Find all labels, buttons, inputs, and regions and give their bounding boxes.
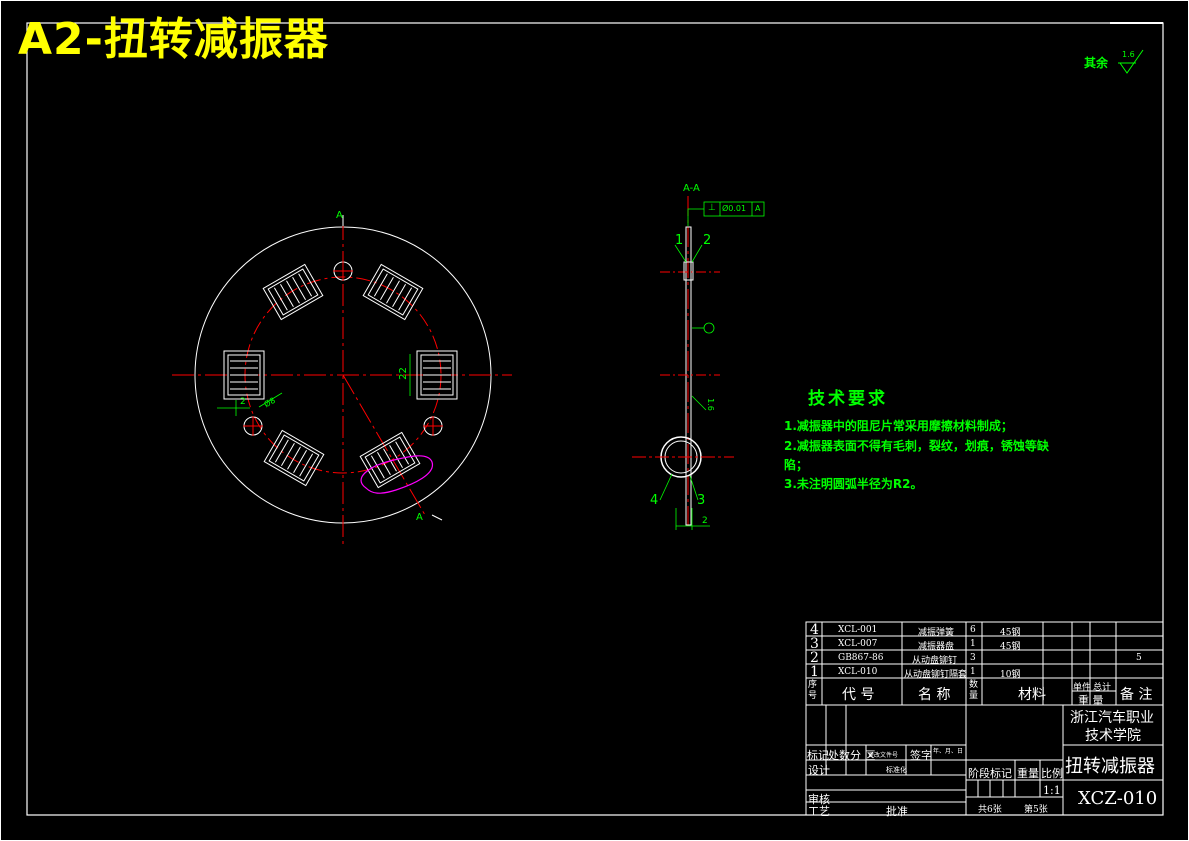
bom-qty: 1 <box>970 639 976 649</box>
bom-header-name: 名 称 <box>918 687 951 703</box>
section-label: A-A <box>683 183 700 194</box>
bom-material: 45钢 <box>1000 642 1021 652</box>
front-view <box>172 215 512 545</box>
bom-note: 5 <box>1136 653 1142 663</box>
weight-label: 重量 <box>1017 767 1039 780</box>
callout-3: 3 <box>697 493 706 508</box>
bom-qty: 3 <box>970 653 976 663</box>
bom-no: 1 <box>810 664 819 680</box>
design-std-label: 标准化 <box>886 766 907 774</box>
drawing-no: XCZ-010 <box>1078 788 1158 809</box>
bom-name: 从动盘铆钉 <box>912 656 958 666</box>
spring-window <box>359 431 421 489</box>
dim-left: 2 <box>240 397 246 407</box>
bom-header-qty: 数量 <box>969 680 979 701</box>
scale-label: 比例 <box>1041 767 1063 780</box>
callout-2: 2 <box>703 233 712 248</box>
bom-material: 45钢 <box>1000 628 1021 638</box>
tolerance-datum: A <box>755 204 761 213</box>
bom-qty: 6 <box>970 625 976 635</box>
tech-line-3: 陷； <box>784 458 809 472</box>
spring-window <box>262 263 324 321</box>
stage-label: 阶段标记 <box>968 767 1012 780</box>
scale-value: 1:1 <box>1043 784 1061 797</box>
tech-line-2: 2.减振器表面不得有毛刺，裂纹，划痕，锈蚀等缺 <box>784 439 1049 453</box>
bom-header-no: 序号 <box>808 680 818 701</box>
roughness-label: 其余 <box>1084 56 1109 70</box>
part-name: 扭转减振器 <box>1065 756 1155 777</box>
section-mark-bottom: A <box>416 512 423 523</box>
highlight-outline <box>360 455 433 494</box>
bom-code: XCL-007 <box>838 639 878 649</box>
sheet-no: 第5张 <box>1024 805 1048 815</box>
roughness-value: 1.6 <box>1122 50 1135 59</box>
tolerance-symbol: ⊥ <box>708 203 716 213</box>
bom-code: GB867-86 <box>838 653 884 663</box>
callout-4: 4 <box>650 493 659 508</box>
bom-code: XCL-001 <box>838 625 878 635</box>
section-mark-top: A <box>336 210 343 221</box>
spring-window <box>263 429 325 487</box>
sheets-total: 共6张 <box>978 805 1002 815</box>
dim-vertical: 22 <box>397 367 409 380</box>
design-label: 设计 <box>808 764 830 777</box>
change-doc: 更改文件号 <box>868 752 899 759</box>
bom-name: 减振器盘 <box>918 642 955 652</box>
change-count: 处数 <box>828 749 850 762</box>
dim-bottom: 2 <box>702 516 708 526</box>
change-mark: 标记 <box>807 749 829 762</box>
school-line1: 浙江汽车职业 <box>1070 710 1154 726</box>
school-line2: 技术学院 <box>1085 728 1141 744</box>
bom-qty: 1 <box>970 667 976 677</box>
approve-label: 批准 <box>886 805 908 818</box>
tech-line-1: 1.减振器中的阻尼片常采用摩擦材料制成； <box>784 419 1013 433</box>
tech-line-4: 3.未注明圆弧半径为R2。 <box>784 477 923 491</box>
bom-code: XCL-010 <box>838 667 878 677</box>
bom-header-note: 备 注 <box>1120 687 1153 703</box>
spring-window <box>362 263 424 321</box>
tech-requirements-title: 技术要求 <box>808 389 888 409</box>
spring-window <box>416 350 458 400</box>
side-view <box>632 196 765 530</box>
bom-header-weight: 重 量 <box>1078 694 1104 707</box>
bom-material: 10钢 <box>1000 670 1021 680</box>
change-date: 年、月、日 <box>933 748 964 755</box>
process-label: 工艺 <box>808 805 830 818</box>
bom-name: 从动盘铆钉隔套 <box>904 670 968 680</box>
dim-mid: 1.6 <box>705 398 715 411</box>
centerline-diag <box>342 374 426 516</box>
bom-header-code: 代 号 <box>842 687 875 703</box>
callout-1: 1 <box>675 233 684 248</box>
bom-header-material: 材料 <box>1018 687 1046 703</box>
change-sign: 签字 <box>910 749 932 762</box>
bom-name: 减振弹簧 <box>918 628 955 638</box>
tolerance-value: Ø0.01 <box>722 204 747 213</box>
spring-window <box>223 350 265 400</box>
sheet-title: A2-扭转减振器 <box>18 14 329 65</box>
